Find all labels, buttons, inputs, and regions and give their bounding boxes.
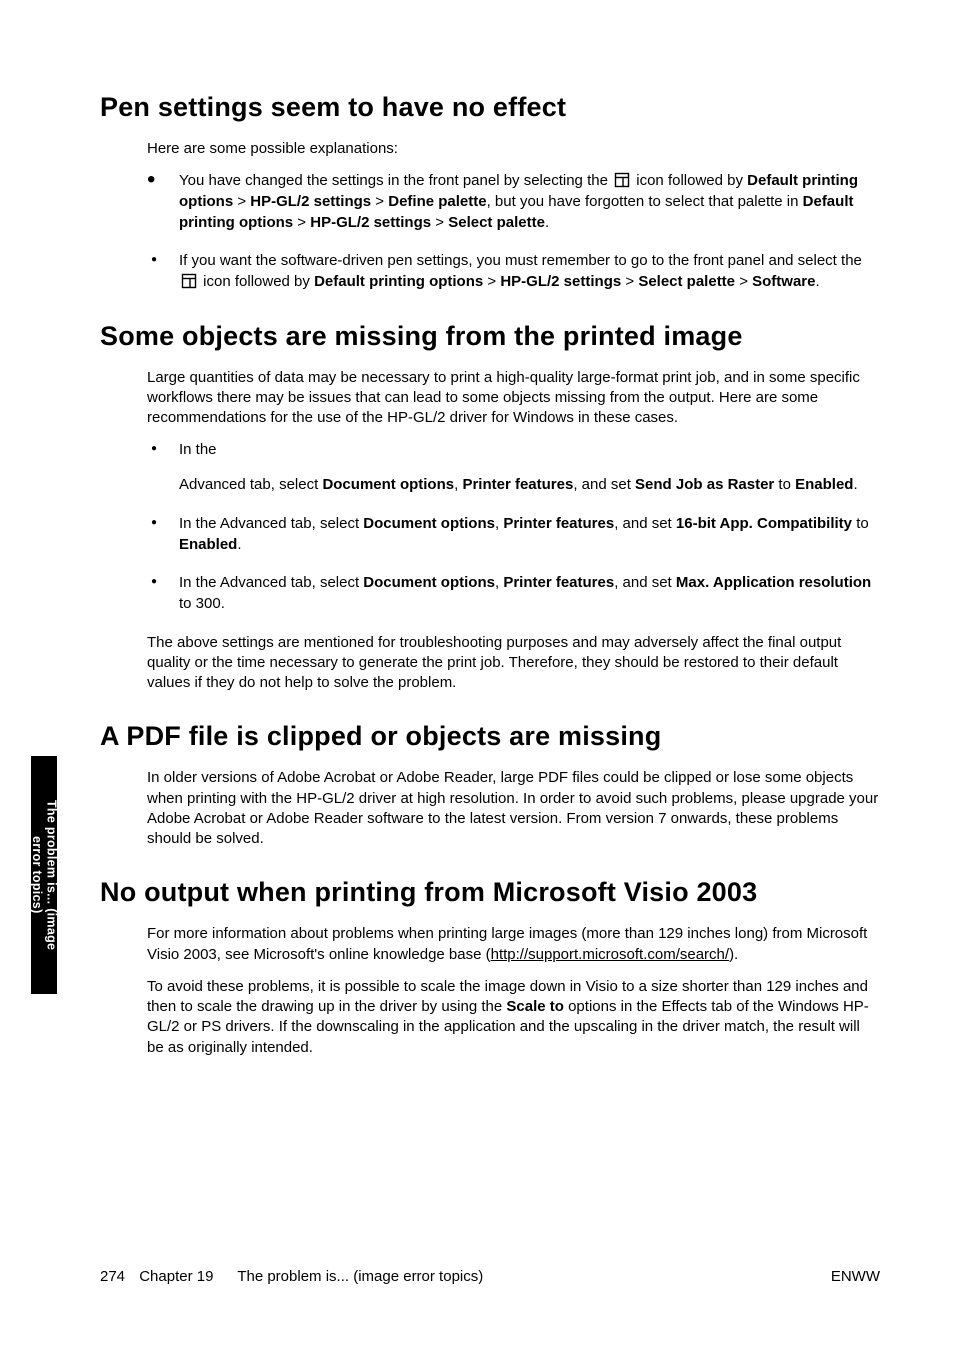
page-number: 274 xyxy=(100,1268,125,1285)
missing-bullet-1: In the Advanced tab, select Document opt… xyxy=(147,440,880,495)
heading-pdf-clipped: A PDF file is clipped or objects are mis… xyxy=(100,721,880,752)
pdf-body: In older versions of Adobe Acrobat or Ad… xyxy=(147,768,880,849)
chapter-label: Chapter 19 xyxy=(139,1268,213,1285)
missing-bullet-1-sub: Advanced tab, select Document options, P… xyxy=(179,475,880,496)
pen-bullet-list: You have changed the settings in the fro… xyxy=(147,171,880,292)
visio-p2: To avoid these problems, it is possible … xyxy=(147,977,880,1058)
heading-objects-missing: Some objects are missing from the printe… xyxy=(100,321,880,352)
footer-left: 274 Chapter 19 The problem is... (image … xyxy=(100,1268,483,1285)
visio-p1: For more information about problems when… xyxy=(147,924,880,965)
heading-visio: No output when printing from Microsoft V… xyxy=(100,877,880,908)
page-footer: 274 Chapter 19 The problem is... (image … xyxy=(100,1268,880,1285)
heading-pen-settings: Pen settings seem to have no effect xyxy=(100,92,880,123)
pen-intro: Here are some possible explanations: xyxy=(147,139,880,159)
page-content: Pen settings seem to have no effect Here… xyxy=(0,0,954,1058)
missing-intro: Large quantities of data may be necessar… xyxy=(147,368,880,429)
pen-bullet-1: You have changed the settings in the fro… xyxy=(147,171,880,233)
pen-bullet-2: If you want the software-driven pen sett… xyxy=(147,251,880,292)
visio-kb-link[interactable]: http://support.microsoft.com/search/ xyxy=(491,946,729,963)
side-tab: The problem is... (imageerror topics) xyxy=(31,756,57,994)
footer-right: ENWW xyxy=(831,1268,880,1285)
setup-menu-icon xyxy=(181,273,197,289)
missing-bullet-2: In the Advanced tab, select Document opt… xyxy=(147,514,880,555)
missing-bullet-3: In the Advanced tab, select Document opt… xyxy=(147,573,880,614)
side-tab-text: The problem is... (imageerror topics) xyxy=(30,800,59,950)
missing-outro: The above settings are mentioned for tro… xyxy=(147,633,880,694)
setup-menu-icon xyxy=(614,172,630,188)
missing-bullet-list: In the Advanced tab, select Document opt… xyxy=(147,440,880,614)
chapter-title: The problem is... (image error topics) xyxy=(237,1268,483,1285)
